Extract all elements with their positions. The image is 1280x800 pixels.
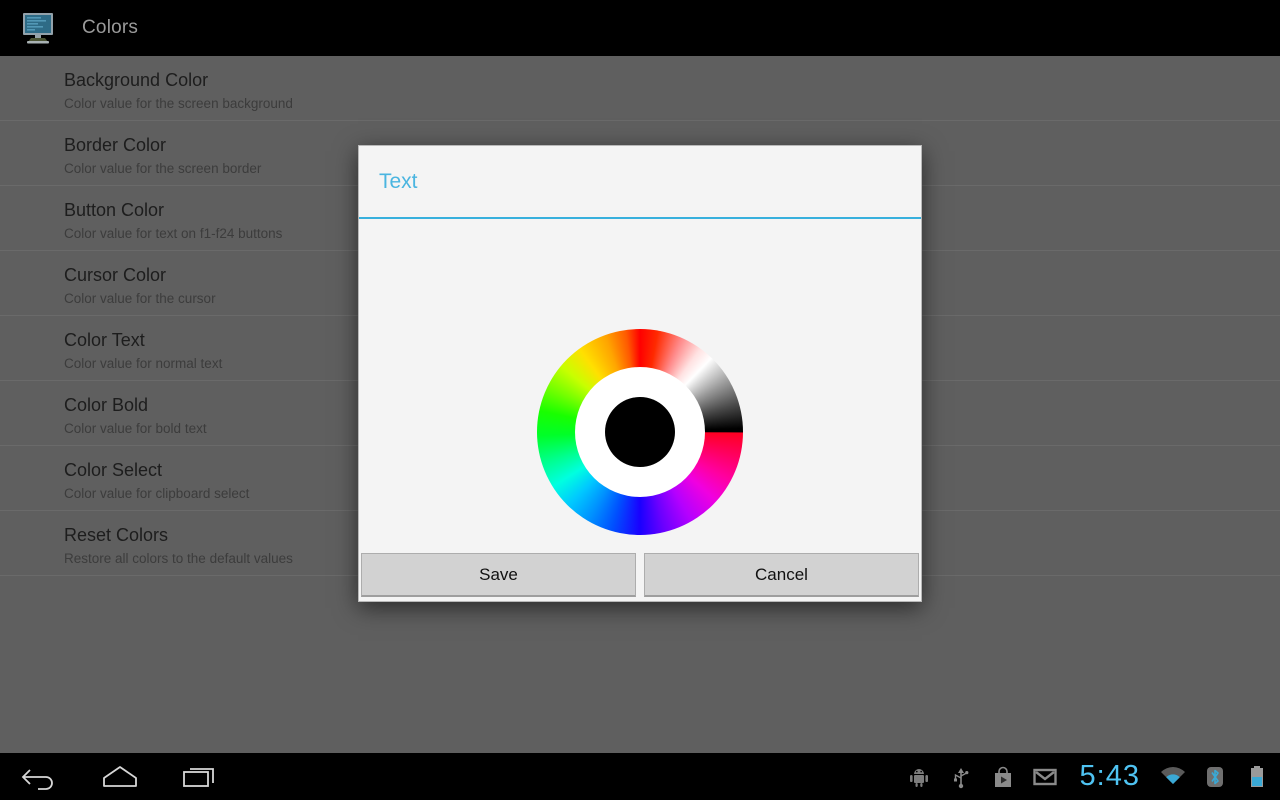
wifi-icon [1160, 764, 1186, 790]
terminal-monitor-icon [18, 8, 58, 48]
save-button[interactable]: Save [361, 553, 636, 597]
color-picker-dialog: Text Save Cancel [358, 145, 922, 602]
color-wheel[interactable] [537, 329, 743, 535]
dialog-footer: Save Cancel [359, 553, 921, 601]
list-item[interactable]: Background Color Color value for the scr… [0, 56, 1280, 121]
bluetooth-icon [1202, 764, 1228, 790]
dialog-title: Text [379, 169, 418, 193]
dialog-body [359, 219, 921, 553]
play-store-icon [990, 764, 1016, 790]
home-icon[interactable] [80, 753, 160, 800]
list-item-summary: Color value for the screen background [64, 96, 293, 111]
recents-icon[interactable] [160, 753, 240, 800]
cancel-button[interactable]: Cancel [644, 553, 919, 597]
page-title: Colors [82, 17, 139, 38]
system-navigation-bar: 5:43 [0, 753, 1280, 800]
gmail-icon [1032, 764, 1058, 790]
back-icon[interactable] [0, 753, 80, 800]
app-bar: Colors [0, 0, 1280, 56]
list-item-title: Background Color [64, 70, 209, 90]
usb-icon [948, 764, 974, 790]
android-screen: Colors Background Color Color value for … [0, 0, 1280, 800]
status-clock: 5:43 [1079, 760, 1140, 792]
status-icons: 5:43 [906, 753, 1270, 800]
dialog-header: Text [359, 146, 921, 217]
android-debug-icon [906, 764, 932, 790]
selected-color-swatch[interactable] [605, 397, 675, 467]
battery-icon [1244, 764, 1270, 790]
